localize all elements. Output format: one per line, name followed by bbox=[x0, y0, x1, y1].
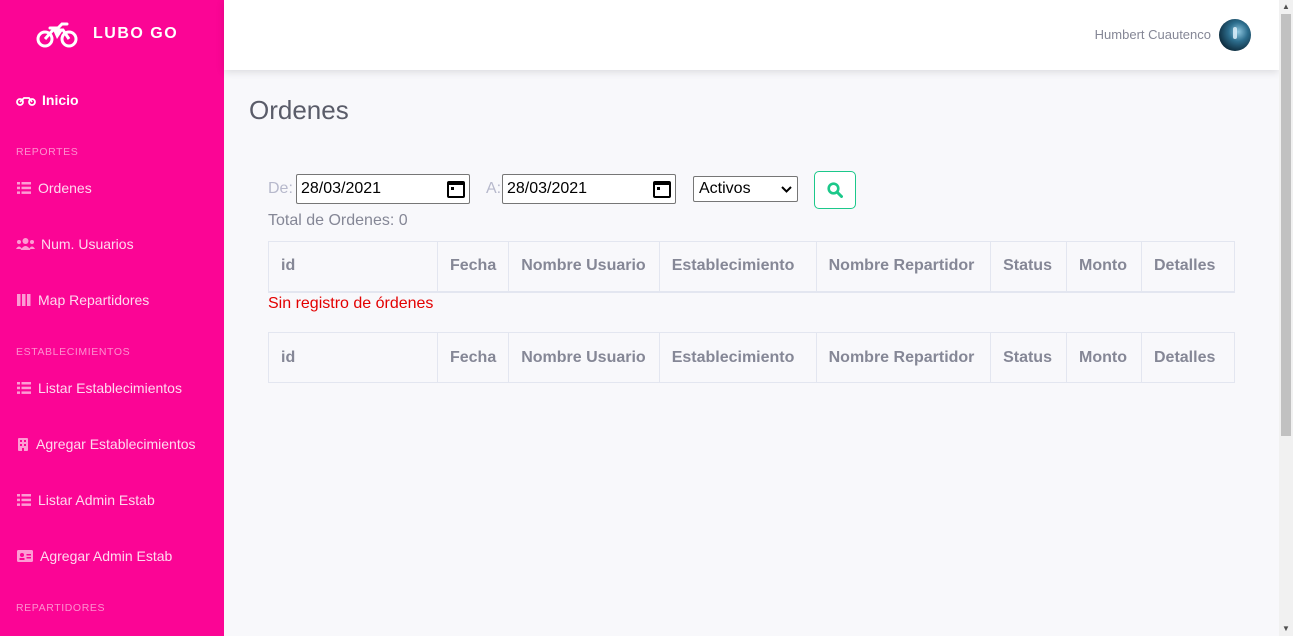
sidebar-item-agregar-establecimientos[interactable]: Agregar Establecimientos bbox=[16, 436, 196, 452]
topbar: Humbert Cuautenco bbox=[224, 0, 1279, 70]
orders-total: Total de Ordenes: 0 bbox=[268, 212, 408, 229]
motorcycle-icon bbox=[16, 93, 36, 107]
calendar-icon[interactable] bbox=[653, 180, 671, 198]
col-detalles: Detalles bbox=[1141, 241, 1235, 293]
col-status: Status bbox=[990, 332, 1068, 383]
section-heading-establecimientos: ESTABLECIMIENTOS bbox=[16, 346, 131, 358]
col-detalles: Detalles bbox=[1141, 332, 1235, 383]
sidebar-item-label: Num. Usuarios bbox=[41, 236, 134, 252]
from-date-value: 28/03/2021 bbox=[301, 180, 382, 197]
building-icon bbox=[16, 437, 30, 451]
sidebar-item-label: Map Repartidores bbox=[38, 292, 150, 308]
calendar-icon[interactable] bbox=[447, 180, 465, 198]
users-icon bbox=[16, 237, 35, 251]
page-title: Ordenes bbox=[249, 95, 349, 125]
col-nombre-usuario: Nombre Usuario bbox=[508, 241, 660, 293]
search-icon bbox=[827, 182, 843, 198]
col-id: id bbox=[268, 241, 438, 293]
col-establecimiento: Establecimiento bbox=[658, 332, 817, 383]
sidebar-item-listar-admin-estab[interactable]: Listar Admin Estab bbox=[16, 492, 155, 508]
sidebar-item-listar-establecimientos[interactable]: Listar Establecimientos bbox=[16, 380, 182, 396]
col-fecha: Fecha bbox=[436, 241, 510, 293]
sidebar-item-label: Agregar Establecimientos bbox=[36, 436, 196, 452]
sidebar-item-label: Inicio bbox=[42, 92, 79, 108]
sidebar-item-ordenes[interactable]: Ordenes bbox=[16, 180, 92, 196]
status-select[interactable]: Activos bbox=[693, 176, 798, 202]
col-nombre-usuario: Nombre Usuario bbox=[508, 332, 660, 383]
page-scrollbar[interactable]: ▲ ▼ bbox=[1279, 0, 1293, 636]
section-heading-repartidores: REPARTIDORES bbox=[16, 602, 106, 614]
id-card-icon bbox=[16, 549, 34, 563]
user-name[interactable]: Humbert Cuautenco bbox=[1095, 27, 1211, 42]
orders-table-footer: id Fecha Nombre Usuario Establecimiento … bbox=[268, 332, 1235, 383]
list-icon bbox=[16, 381, 32, 395]
status-select-value: Activos bbox=[699, 180, 751, 197]
search-button[interactable] bbox=[814, 171, 856, 209]
to-date-label: A: bbox=[486, 180, 502, 197]
scroll-thumb[interactable] bbox=[1281, 14, 1291, 436]
brand[interactable]: LUBO GO bbox=[36, 18, 178, 50]
from-date-input[interactable]: 28/03/2021 bbox=[296, 174, 470, 204]
sidebar-item-inicio[interactable]: Inicio bbox=[16, 92, 79, 108]
from-date-label: De: bbox=[268, 180, 293, 197]
col-fecha: Fecha bbox=[436, 332, 510, 383]
sidebar-item-label: Ordenes bbox=[38, 180, 92, 196]
col-monto: Monto bbox=[1066, 241, 1142, 293]
avatar[interactable] bbox=[1219, 19, 1251, 51]
sidebar-item-label: Listar Admin Estab bbox=[38, 492, 155, 508]
col-status: Status bbox=[990, 241, 1068, 293]
col-id: id bbox=[268, 332, 438, 383]
list-icon bbox=[16, 181, 32, 195]
sidebar-item-map-repartidores[interactable]: Map Repartidores bbox=[16, 292, 149, 308]
sidebar: LUBO GO Inicio REPORTES Ordenes Num. Usu… bbox=[0, 0, 224, 636]
sidebar-item-num-usuarios[interactable]: Num. Usuarios bbox=[16, 236, 134, 252]
motorcycle-logo-icon bbox=[36, 22, 78, 48]
col-establecimiento: Establecimiento bbox=[658, 241, 817, 293]
to-date-input[interactable]: 28/03/2021 bbox=[502, 174, 676, 204]
col-nombre-repartidor: Nombre Repartidor bbox=[815, 241, 992, 293]
brand-name: LUBO GO bbox=[93, 25, 179, 42]
scroll-up-arrow-icon[interactable]: ▲ bbox=[1279, 0, 1293, 14]
sidebar-item-label: Listar Establecimientos bbox=[38, 380, 182, 396]
scroll-down-arrow-icon[interactable]: ▼ bbox=[1279, 622, 1293, 636]
to-date-value: 28/03/2021 bbox=[507, 180, 588, 197]
empty-orders-message: Sin registro de órdenes bbox=[268, 295, 434, 312]
chevron-down-icon bbox=[781, 185, 792, 193]
section-heading-reportes: REPORTES bbox=[16, 146, 79, 158]
list-icon bbox=[16, 493, 32, 507]
map-icon bbox=[16, 293, 32, 307]
col-nombre-repartidor: Nombre Repartidor bbox=[815, 332, 992, 383]
col-monto: Monto bbox=[1066, 332, 1142, 383]
sidebar-item-label: Agregar Admin Estab bbox=[40, 548, 173, 564]
orders-table-header: id Fecha Nombre Usuario Establecimiento … bbox=[268, 241, 1235, 293]
sidebar-item-agregar-admin-estab[interactable]: Agregar Admin Estab bbox=[16, 548, 172, 564]
